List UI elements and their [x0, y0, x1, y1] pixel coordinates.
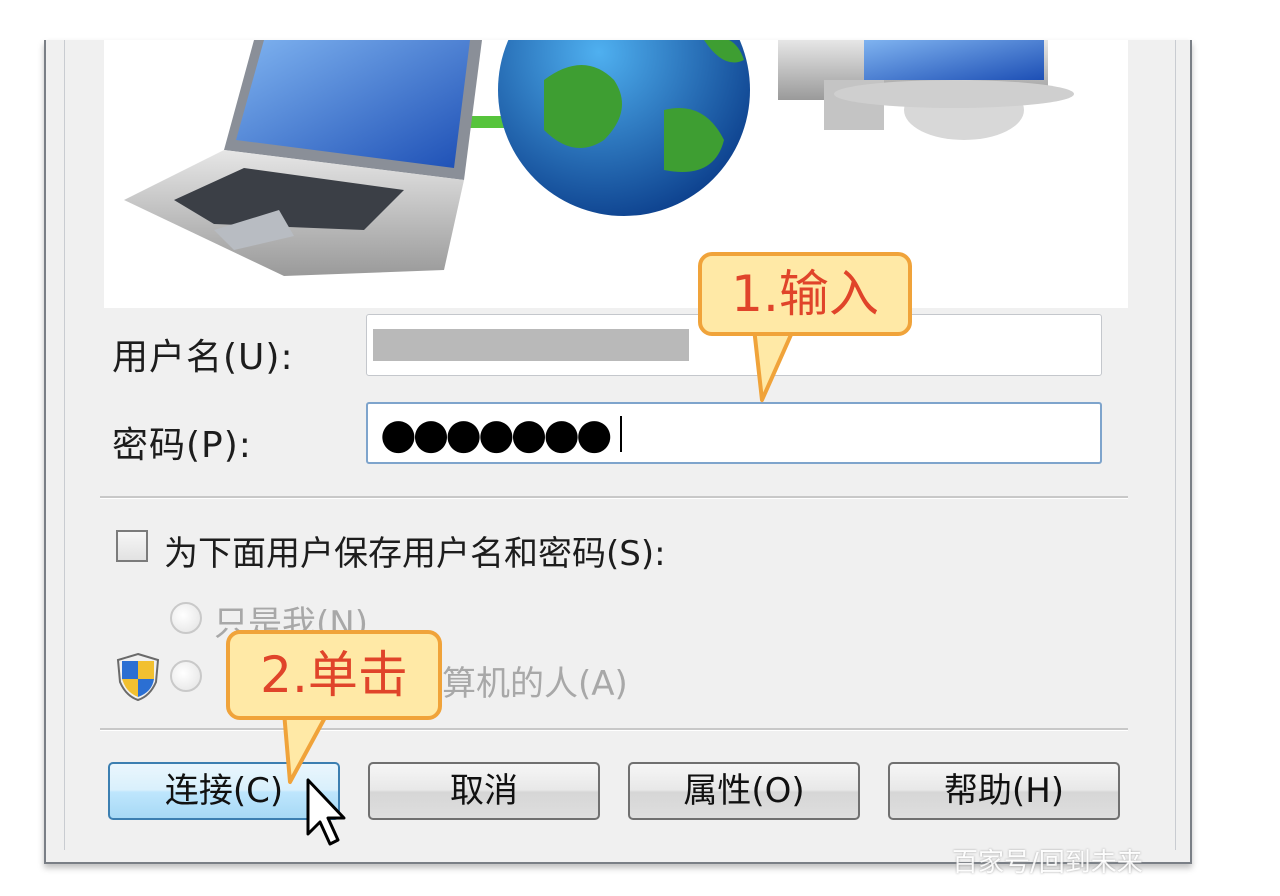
radio-me-only[interactable]: [170, 602, 202, 634]
watermark: 百家号/回到未来: [952, 848, 1143, 878]
username-label: 用户名(U):: [112, 337, 294, 378]
callout-2-pointer: [282, 712, 330, 784]
network-illustration: [124, 40, 1074, 276]
callout-1-pointer: [752, 328, 796, 402]
network-banner: [104, 40, 1128, 308]
separator-top: [100, 496, 1128, 499]
globe-icon: [498, 40, 750, 216]
username-redacted-value: [373, 329, 689, 361]
cancel-button[interactable]: 取消: [368, 762, 600, 820]
radio-anyone-label: 算机的人(A): [442, 664, 628, 704]
text-caret: [620, 416, 622, 452]
save-credentials-label: 为下面用户保存用户名和密码(S):: [164, 534, 666, 574]
help-button[interactable]: 帮助(H): [888, 762, 1120, 820]
monitor-icon: [778, 40, 1074, 140]
password-mask: ●●●●●●●: [380, 409, 613, 458]
callout-step-1: 1.输入: [698, 252, 912, 336]
callout-step-2: 2.单击: [226, 630, 442, 720]
save-credentials-checkbox[interactable]: [116, 530, 148, 562]
separator-bottom: [100, 728, 1128, 731]
laptop-icon: [124, 40, 482, 276]
shield-icon: [116, 652, 160, 702]
password-input[interactable]: ●●●●●●●: [366, 402, 1102, 464]
radio-anyone[interactable]: [170, 660, 202, 692]
properties-button[interactable]: 属性(O): [628, 762, 860, 820]
cursor-icon: [306, 778, 346, 846]
password-label: 密码(P):: [112, 425, 252, 466]
